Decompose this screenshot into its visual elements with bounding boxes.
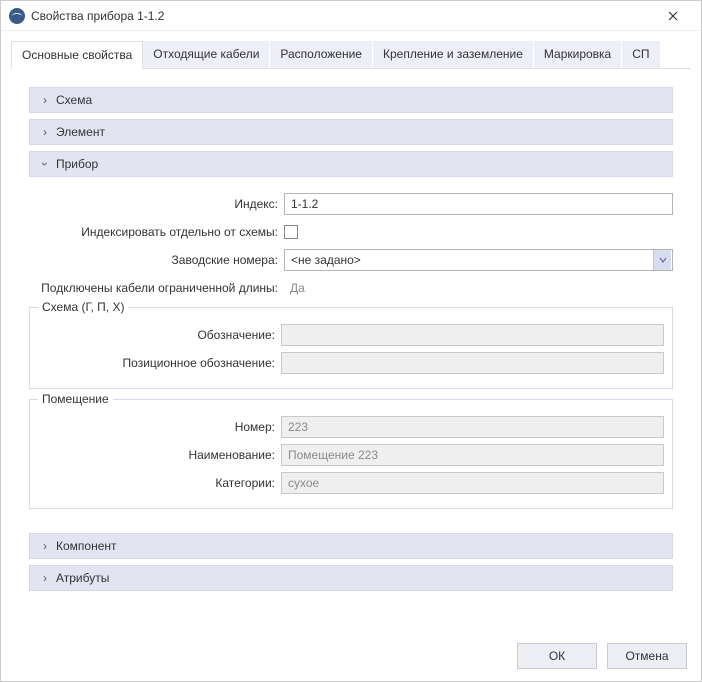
tab-placement[interactable]: Расположение <box>270 41 373 68</box>
row-index-separate: Индексировать отдельно от схемы: <box>29 219 673 245</box>
chevron-down-icon: › <box>38 157 52 171</box>
index-label: Индекс: <box>29 197 284 211</box>
limited-value: Да <box>284 281 305 295</box>
chevron-right-icon: › <box>38 539 52 553</box>
close-icon <box>668 11 678 21</box>
dialog-window: Свойства прибора 1-1.2 Основные свойства… <box>0 0 702 682</box>
window-title: Свойства прибора 1-1.2 <box>31 9 653 23</box>
room-category-field: сухое <box>281 472 664 494</box>
designation-label: Обозначение: <box>38 328 281 342</box>
group-room: Помещение Номер: 223 Наименование: Помещ… <box>29 399 673 509</box>
section-attributes-header[interactable]: › Атрибуты <box>29 565 673 591</box>
section-device: › Прибор Индекс: Индексировать отдельно … <box>29 151 673 527</box>
row-index: Индекс: <box>29 191 673 217</box>
factory-select[interactable]: <не задано> <box>284 249 673 271</box>
titlebar: Свойства прибора 1-1.2 <box>1 1 701 31</box>
room-name-field: Помещение 223 <box>281 444 664 466</box>
section-schema-title: Схема <box>56 93 92 107</box>
group-schema-gpx: Схема (Г, П, Х) Обозначение: Позиционное… <box>29 307 673 389</box>
section-schema: › Схема <box>29 87 673 113</box>
group-room-title: Помещение <box>38 392 113 406</box>
section-attributes: › Атрибуты <box>29 565 673 591</box>
chevron-right-icon: › <box>38 93 52 107</box>
close-button[interactable] <box>653 2 693 30</box>
room-number-label: Номер: <box>38 420 281 434</box>
section-element: › Элемент <box>29 119 673 145</box>
dialog-footer: ОК Отмена <box>1 631 701 681</box>
section-component-title: Компонент <box>56 539 117 553</box>
tab-sp[interactable]: СП <box>622 41 660 68</box>
tab-outgoing-cables[interactable]: Отходящие кабели <box>143 41 270 68</box>
app-icon <box>9 8 25 24</box>
section-device-header[interactable]: › Прибор <box>29 151 673 177</box>
group-schema-title: Схема (Г, П, Х) <box>38 300 128 314</box>
chevron-right-icon: › <box>38 571 52 585</box>
index-separate-checkbox[interactable] <box>284 225 298 239</box>
section-element-title: Элемент <box>56 125 105 139</box>
row-room-category: Категории: сухое <box>38 470 664 496</box>
dropdown-button[interactable] <box>653 250 671 270</box>
section-schema-header[interactable]: › Схема <box>29 87 673 113</box>
index-input[interactable] <box>284 193 673 215</box>
row-factory-numbers: Заводские номера: <не задано> <box>29 247 673 273</box>
row-limited-cables: Подключены кабели ограниченной длины: Да <box>29 275 673 301</box>
room-name-label: Наименование: <box>38 448 281 462</box>
pos-designation-label: Позиционное обозначение: <box>38 356 281 370</box>
section-device-body: Индекс: Индексировать отдельно от схемы:… <box>29 177 673 527</box>
tab-body: › Схема › Элемент › Прибор Индекс: <box>11 69 691 631</box>
tabstrip: Основные свойства Отходящие кабели Распо… <box>11 41 691 69</box>
chevron-down-icon <box>659 256 667 264</box>
row-room-number: Номер: 223 <box>38 414 664 440</box>
factory-value: <не задано> <box>291 253 361 267</box>
tab-marking[interactable]: Маркировка <box>534 41 622 68</box>
section-component: › Компонент <box>29 533 673 559</box>
limited-label: Подключены кабели ограниченной длины: <box>29 281 284 295</box>
client-area: Основные свойства Отходящие кабели Распо… <box>1 31 701 631</box>
row-room-name: Наименование: Помещение 223 <box>38 442 664 468</box>
room-category-label: Категории: <box>38 476 281 490</box>
row-designation: Обозначение: <box>38 322 664 348</box>
chevron-right-icon: › <box>38 125 52 139</box>
ok-button[interactable]: ОК <box>517 643 597 669</box>
room-number-field: 223 <box>281 416 664 438</box>
section-device-title: Прибор <box>56 157 98 171</box>
cancel-button[interactable]: Отмена <box>607 643 687 669</box>
pos-designation-field <box>281 352 664 374</box>
index-separate-label: Индексировать отдельно от схемы: <box>29 225 284 239</box>
designation-field <box>281 324 664 346</box>
factory-label: Заводские номера: <box>29 253 284 267</box>
section-attributes-title: Атрибуты <box>56 571 109 585</box>
section-component-header[interactable]: › Компонент <box>29 533 673 559</box>
section-element-header[interactable]: › Элемент <box>29 119 673 145</box>
tab-main-properties[interactable]: Основные свойства <box>11 41 143 69</box>
tab-mount-ground[interactable]: Крепление и заземление <box>373 41 534 68</box>
row-pos-designation: Позиционное обозначение: <box>38 350 664 376</box>
